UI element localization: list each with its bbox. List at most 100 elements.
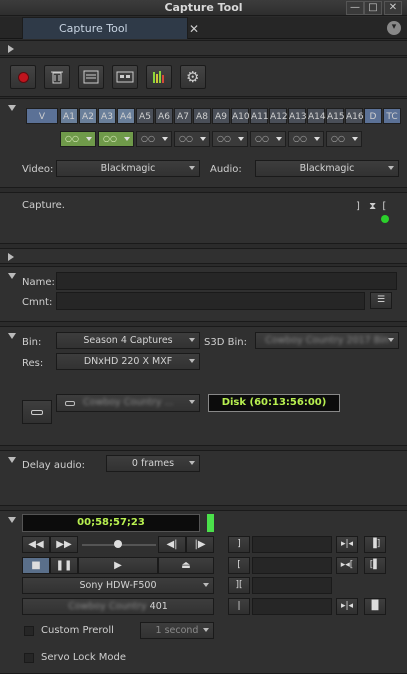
track-a3[interactable]: A3 — [98, 108, 116, 124]
expand-triangle-icon[interactable] — [8, 45, 14, 53]
track-a16[interactable]: A16 — [345, 108, 364, 124]
track-a2[interactable]: A2 — [79, 108, 97, 124]
stop-button[interactable]: ■ — [22, 557, 50, 574]
cap-log-icon — [83, 70, 99, 84]
track-v[interactable]: V — [26, 108, 58, 124]
step-back-button[interactable]: ◀| — [158, 536, 186, 553]
delay-audio-dropdown[interactable]: 0 frames — [106, 455, 200, 472]
shuttle-slider-thumb[interactable] — [114, 540, 122, 548]
track-a4[interactable]: A4 — [117, 108, 135, 124]
comment-input[interactable] — [56, 292, 365, 310]
go-to-in-button[interactable]: ▸|◂ — [336, 536, 358, 553]
bin-value: Season 4 Captures — [83, 335, 173, 346]
go-to-mark-button[interactable]: ▸|◂ — [336, 598, 358, 615]
go-to-out-button[interactable]: ▸◂[ — [336, 557, 358, 574]
memory-mark-icon: | — [237, 601, 241, 611]
mark-out-timecode-field[interactable] — [252, 557, 332, 574]
monitor-a1-a2[interactable]: ○○ — [60, 131, 96, 147]
s3d-bin-dropdown[interactable]: Cowboy Country 2017 Bin — [255, 332, 399, 349]
preroll-value: 1 second — [155, 625, 199, 636]
delay-audio-section — [0, 450, 407, 506]
collapse-triangle-icon[interactable] — [8, 273, 16, 279]
tab-capture-tool[interactable]: Capture Tool ✕ — [22, 17, 199, 39]
audio-source-dropdown[interactable]: Blackmagic — [255, 160, 399, 177]
drive-icon — [65, 401, 75, 406]
track-a14[interactable]: A14 — [307, 108, 326, 124]
track-a6[interactable]: A6 — [155, 108, 173, 124]
clear-mark-button[interactable]: ▐▌ — [364, 598, 386, 615]
preroll-dropdown[interactable]: 1 second — [140, 622, 214, 639]
track-a15[interactable]: A15 — [326, 108, 345, 124]
tape-name-field[interactable]: Cowboy Country 401 — [22, 598, 214, 615]
trash-button[interactable] — [44, 65, 70, 89]
clear-out-button[interactable]: [▌ — [364, 557, 386, 574]
clear-in-button[interactable]: ▐] — [364, 536, 386, 553]
resolution-dropdown[interactable]: DNxHD 220 X MXF — [56, 353, 200, 370]
memory-mark-field[interactable] — [252, 598, 332, 615]
memory-mark-button[interactable]: | — [228, 598, 250, 615]
mark-in-timecode-field[interactable] — [252, 536, 332, 553]
close-window-button[interactable]: ✕ — [384, 1, 402, 15]
expand-triangle-icon[interactable] — [8, 253, 14, 261]
pause-button[interactable]: ❚❚ — [50, 557, 78, 574]
video-label: Video: — [22, 164, 54, 175]
tab-close-icon[interactable]: ✕ — [189, 19, 199, 40]
play-button[interactable]: ▶ — [78, 557, 158, 574]
monitor-a7-a8[interactable]: ○○ — [174, 131, 210, 147]
track-tc[interactable]: TC — [383, 108, 401, 124]
fast-forward-button[interactable]: ▶▶ — [50, 536, 78, 553]
minimize-button[interactable]: — — [346, 1, 364, 15]
duration-icon: ][ — [235, 580, 243, 590]
servo-lock-checkbox[interactable] — [24, 653, 34, 663]
track-a11[interactable]: A11 — [250, 108, 269, 124]
target-drive-dropdown[interactable]: Cowboy Country ... — [56, 394, 200, 412]
step-forward-button[interactable]: |▶ — [186, 536, 214, 553]
tab-menu-icon[interactable]: ▾ — [387, 21, 401, 35]
duration-field[interactable] — [252, 577, 332, 594]
monitor-a11-a12[interactable]: ○○ — [250, 131, 286, 147]
bin-label: Bin: — [22, 337, 42, 348]
capture-log-button[interactable] — [78, 65, 104, 89]
track-a8[interactable]: A8 — [193, 108, 211, 124]
name-input[interactable] — [56, 272, 397, 290]
record-button[interactable] — [10, 65, 36, 89]
target-drive-toggle[interactable] — [22, 400, 52, 424]
rewind-button[interactable]: ◀◀ — [22, 536, 50, 553]
delay-audio-value: 0 frames — [131, 458, 175, 469]
track-a13[interactable]: A13 — [288, 108, 307, 124]
monitor-a3-a4[interactable]: ○○ — [98, 131, 134, 147]
monitor-a5-a6[interactable]: ○○ — [136, 131, 172, 147]
monitor-a9-a10[interactable]: ○○ — [212, 131, 248, 147]
settings-button[interactable]: ⚙ — [180, 65, 206, 89]
list-icon: ☰ — [376, 295, 386, 305]
custom-preroll-checkbox[interactable] — [24, 626, 34, 636]
track-d[interactable]: D — [364, 108, 382, 124]
duration-button[interactable]: ][ — [228, 577, 250, 594]
mark-out-button[interactable]: [ — [228, 557, 250, 574]
track-a12[interactable]: A12 — [269, 108, 288, 124]
track-a5[interactable]: A5 — [136, 108, 154, 124]
collapse-triangle-icon[interactable] — [8, 333, 16, 339]
monitor-a13-a14[interactable]: ○○ — [288, 131, 324, 147]
bin-dropdown[interactable]: Season 4 Captures — [56, 332, 200, 349]
track-a9[interactable]: A9 — [212, 108, 230, 124]
maximize-button[interactable]: □ — [364, 1, 382, 15]
collapse-triangle-icon[interactable] — [8, 517, 16, 523]
res-label: Res: — [22, 358, 44, 369]
tab-label: Capture Tool — [59, 22, 128, 35]
mark-out-bracket-icon: [ — [382, 201, 387, 212]
track-a1[interactable]: A1 — [60, 108, 78, 124]
monitor-a15-a16[interactable]: ○○ — [326, 131, 362, 147]
collapse-triangle-icon[interactable] — [8, 457, 16, 463]
audio-meters-button[interactable] — [146, 65, 172, 89]
deck-dropdown[interactable]: Sony HDW-F500 — [22, 577, 214, 594]
track-a7[interactable]: A7 — [174, 108, 192, 124]
track-a10[interactable]: A10 — [231, 108, 250, 124]
collapse-triangle-icon[interactable] — [8, 105, 16, 111]
mark-in-button[interactable]: ] — [228, 536, 250, 553]
video-source-dropdown[interactable]: Blackmagic — [56, 160, 200, 177]
comment-list-button[interactable]: ☰ — [370, 292, 392, 309]
deck-button[interactable] — [112, 65, 138, 89]
eject-button[interactable]: ⏏ — [158, 557, 214, 574]
rewind-icon: ◀◀ — [28, 539, 44, 550]
